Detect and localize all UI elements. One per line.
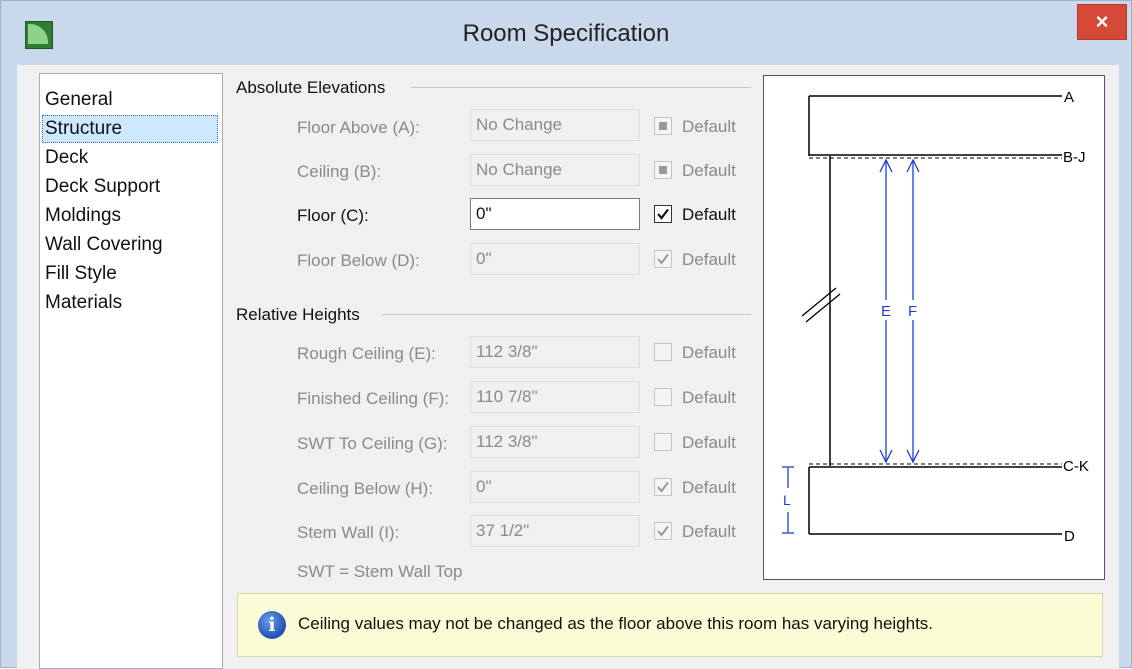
- ceiling-field[interactable]: No Change: [470, 154, 640, 186]
- finished-ceiling-field[interactable]: 110 7/8": [470, 381, 640, 413]
- close-button[interactable]: ×: [1077, 4, 1127, 40]
- floor-default-label: Default: [682, 205, 736, 224]
- label-ck: C-K: [1063, 458, 1089, 475]
- swt-note: SWT = Stem Wall Top: [297, 562, 463, 581]
- floor-label: Floor (C):: [297, 206, 369, 225]
- nav-item-deck[interactable]: Deck: [42, 144, 221, 172]
- elevation-diagram-drawing: A B-J C-K D E F L: [782, 89, 1089, 545]
- label-f: F: [908, 303, 917, 320]
- floor-default-checkbox[interactable]: [654, 205, 672, 223]
- relative-heights-header: Relative Heights: [236, 305, 360, 324]
- floor-below-label: Floor Below (D):: [297, 251, 420, 270]
- info-message-bar: i Ceiling values may not be changed as t…: [237, 593, 1103, 657]
- title-bar: Room Specification ×: [1, 1, 1131, 65]
- nav-item-deck-support[interactable]: Deck Support: [42, 173, 221, 201]
- floor-above-field[interactable]: No Change: [470, 109, 640, 141]
- info-icon: i: [258, 611, 286, 639]
- section-divider: [411, 87, 751, 88]
- nav-item-structure[interactable]: Structure: [42, 115, 218, 143]
- room-specification-dialog: Room Specification × General Structure D…: [0, 0, 1132, 669]
- swt-to-ceiling-default-label: Default: [682, 433, 736, 452]
- info-message-text: Ceiling values may not be changed as the…: [298, 614, 934, 633]
- ceiling-below-default-label: Default: [682, 478, 736, 497]
- rough-ceiling-field[interactable]: 112 3/8": [470, 336, 640, 368]
- dialog-title: Room Specification: [462, 20, 670, 47]
- ceiling-below-default-checkbox[interactable]: [654, 478, 672, 496]
- finished-ceiling-default-checkbox[interactable]: [654, 388, 672, 406]
- floor-above-default-label: Default: [682, 117, 736, 136]
- stem-wall-default-label: Default: [682, 522, 736, 541]
- ceiling-default-checkbox[interactable]: [654, 161, 672, 179]
- ceiling-below-label: Ceiling Below (H):: [297, 479, 434, 498]
- nav-item-wall-covering[interactable]: Wall Covering: [42, 231, 221, 259]
- elevation-diagram: A B-J C-K D E F L: [763, 75, 1105, 580]
- stem-wall-label: Stem Wall (I):: [297, 523, 400, 542]
- section-divider: [382, 314, 751, 315]
- swt-to-ceiling-field[interactable]: 112 3/8": [470, 426, 640, 458]
- stem-wall-field[interactable]: 37 1/2": [470, 515, 640, 547]
- nav-item-general[interactable]: General: [42, 86, 221, 114]
- finished-ceiling-label: Finished Ceiling (F):: [297, 389, 450, 408]
- nav-item-fill-style[interactable]: Fill Style: [42, 260, 221, 288]
- finished-ceiling-default-label: Default: [682, 388, 736, 407]
- floor-below-default-label: Default: [682, 250, 736, 269]
- rough-ceiling-label: Rough Ceiling (E):: [297, 344, 436, 363]
- rough-ceiling-default-checkbox[interactable]: [654, 343, 672, 361]
- nav-item-materials[interactable]: Materials: [42, 289, 221, 317]
- floor-above-default-checkbox[interactable]: [654, 117, 672, 135]
- label-d: D: [1064, 528, 1075, 545]
- label-e: E: [881, 303, 891, 320]
- ceiling-default-label: Default: [682, 161, 736, 180]
- category-list: General Structure Deck Deck Support Mold…: [39, 73, 223, 669]
- floor-below-field[interactable]: 0": [470, 243, 640, 275]
- ceiling-label: Ceiling (B):: [297, 162, 382, 181]
- label-l: L: [783, 492, 791, 508]
- label-bj: B-J: [1063, 149, 1086, 166]
- floor-below-default-checkbox[interactable]: [654, 250, 672, 268]
- stem-wall-default-checkbox[interactable]: [654, 522, 672, 540]
- dialog-body: General Structure Deck Deck Support Mold…: [17, 65, 1119, 669]
- floor-field[interactable]: 0": [470, 198, 640, 230]
- rough-ceiling-default-label: Default: [682, 343, 736, 362]
- floor-above-label: Floor Above (A):: [297, 118, 420, 137]
- absolute-elevations-header: Absolute Elevations: [236, 78, 386, 97]
- swt-to-ceiling-default-checkbox[interactable]: [654, 433, 672, 451]
- nav-item-moldings[interactable]: Moldings: [42, 202, 221, 230]
- swt-to-ceiling-label: SWT To Ceiling (G):: [297, 434, 448, 453]
- label-a: A: [1064, 89, 1074, 106]
- ceiling-below-field[interactable]: 0": [470, 471, 640, 503]
